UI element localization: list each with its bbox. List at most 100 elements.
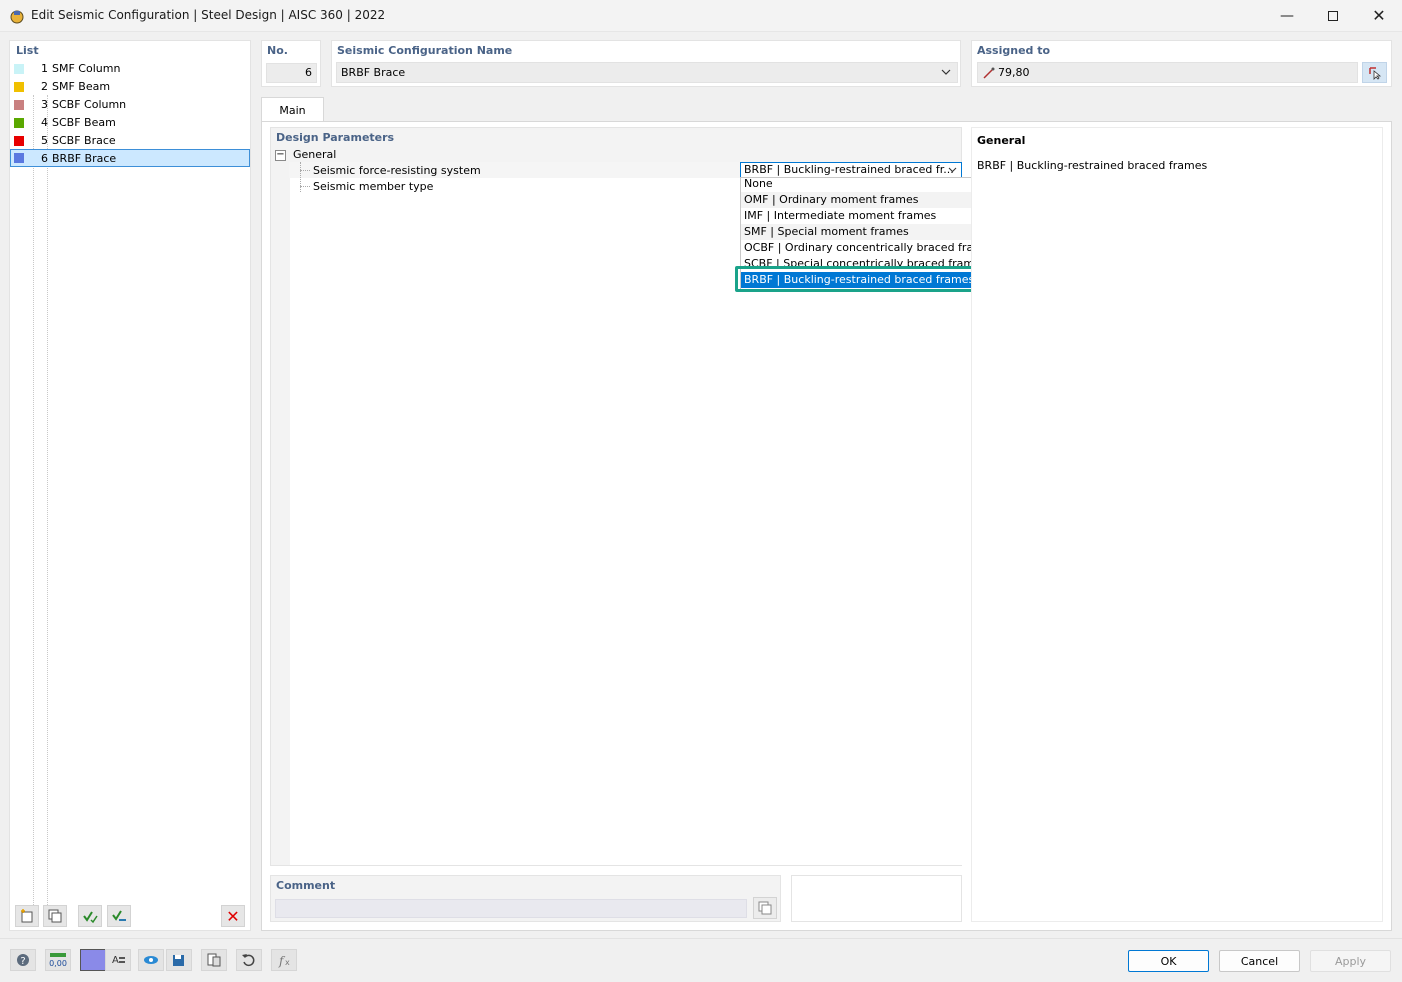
text-properties-icon: A	[112, 955, 125, 966]
list-item-number: 6	[41, 151, 48, 165]
app-icon	[10, 10, 24, 24]
tree-group-general: General	[293, 148, 337, 161]
list-panel: List	[9, 40, 251, 931]
list-item-number: 1	[41, 62, 48, 75]
collapse-icon[interactable]: −	[275, 150, 286, 161]
check-toggle-icon	[112, 910, 126, 921]
assigned-field[interactable]: 79,80	[977, 62, 1358, 83]
formula-button[interactable]: fx	[271, 949, 297, 971]
new-item-button[interactable]	[15, 905, 39, 927]
list-item-number: 4	[41, 116, 48, 129]
number-field[interactable]: 6	[266, 63, 317, 83]
apply-button[interactable]: Apply	[1310, 950, 1391, 972]
color-swatch	[14, 81, 24, 92]
units-button[interactable]: 0,00	[45, 949, 71, 971]
param-label-member-type: Seismic member type	[313, 180, 434, 193]
svg-text:0,00: 0,00	[49, 959, 67, 968]
maximize-button[interactable]	[1310, 0, 1356, 31]
maximize-icon	[1328, 10, 1338, 21]
ok-button[interactable]: OK	[1128, 950, 1209, 972]
list-item-selected[interactable]: 6 BRBF Brace	[10, 149, 250, 167]
color-swatch	[14, 135, 24, 146]
member-icon	[983, 67, 995, 79]
color-swatch	[14, 99, 24, 110]
delete-button[interactable]: ✕	[221, 905, 245, 927]
list-item[interactable]: 5 SCBF Brace	[10, 132, 250, 149]
save-icon	[173, 955, 184, 966]
help-icon: ?	[17, 954, 29, 967]
info-title: General	[977, 134, 1026, 147]
delete-icon: ✕	[226, 906, 240, 926]
number-label: No.	[267, 44, 288, 57]
list-item[interactable]: 3 SCBF Column	[10, 96, 250, 113]
library-icon	[207, 953, 221, 967]
display-properties-button[interactable]: A	[105, 949, 131, 971]
help-button[interactable]: ?	[10, 949, 36, 971]
color-swatch	[14, 117, 24, 128]
list-item-label: SCBF Brace	[52, 134, 116, 147]
select-objects-button[interactable]	[1362, 62, 1387, 83]
dropdown-option[interactable]: OMF | Ordinary moment frames	[741, 192, 978, 208]
list-item-label: SMF Column	[52, 62, 121, 75]
highlight-frame	[735, 266, 985, 292]
formula-icon: fx	[278, 954, 290, 968]
copy-item-button[interactable]	[43, 905, 67, 927]
name-value: BRBF Brace	[341, 66, 406, 79]
decimal-units-icon: 0,00	[49, 953, 67, 968]
color-swatch	[14, 63, 24, 74]
assigned-value: 79,80	[998, 66, 1030, 79]
dropdown-option[interactable]: IMF | Intermediate moment frames	[741, 208, 978, 224]
check-all-button[interactable]	[78, 905, 102, 927]
close-button[interactable]: ✕	[1356, 0, 1402, 31]
copy-icon	[758, 901, 772, 915]
minimize-button[interactable]: —	[1264, 0, 1310, 31]
list-item-label: SCBF Beam	[52, 116, 116, 129]
list-item-number: 3	[41, 98, 48, 111]
color-button[interactable]	[80, 949, 106, 971]
list-item[interactable]: 1 SMF Column	[10, 60, 250, 77]
assigned-label: Assigned to	[977, 44, 1051, 57]
cancel-button[interactable]: Cancel	[1219, 950, 1300, 972]
tab-main[interactable]: Main	[261, 97, 324, 122]
new-item-icon	[21, 909, 33, 923]
pick-cursor-icon	[1368, 66, 1381, 80]
number-panel: No. 6	[261, 40, 321, 87]
chevron-down-icon[interactable]	[948, 167, 957, 173]
list-item[interactable]: 2 SMF Beam	[10, 78, 250, 95]
name-label: Seismic Configuration Name	[337, 44, 513, 57]
check-icon	[83, 911, 98, 924]
library-button[interactable]	[201, 949, 227, 971]
name-combobox[interactable]: BRBF Brace	[336, 62, 958, 83]
view-button[interactable]	[138, 949, 164, 971]
param-label-force-resisting-system: Seismic force-resisting system	[313, 164, 481, 177]
comment-library-button[interactable]	[753, 897, 777, 919]
dropdown-option[interactable]: None	[741, 176, 978, 192]
minimize-icon: —	[1280, 7, 1294, 24]
dropdown-option[interactable]: OCBF | Ordinary concentrically braced fr…	[741, 240, 978, 256]
comment-input[interactable]	[275, 899, 747, 918]
chevron-down-icon[interactable]	[941, 69, 951, 76]
comment-label: Comment	[276, 879, 336, 892]
save-button[interactable]	[166, 949, 192, 971]
info-text: BRBF | Buckling-restrained braced frames	[977, 159, 1208, 172]
list-item-number: 5	[41, 134, 48, 147]
undo-icon	[242, 954, 255, 967]
dropdown-option[interactable]: SMF | Special moment frames	[741, 224, 978, 240]
list-header: List	[16, 44, 39, 57]
comment-panel: Comment	[270, 875, 781, 922]
svg-text:x: x	[285, 958, 290, 967]
list-item-label: BRBF Brace	[52, 151, 117, 165]
assigned-panel: Assigned to 79,80	[971, 40, 1392, 87]
list-item[interactable]: 4 SCBF Beam	[10, 114, 250, 131]
reset-button[interactable]	[236, 949, 262, 971]
uncheck-button[interactable]	[107, 905, 131, 927]
copy-icon	[48, 909, 62, 923]
svg-text:?: ?	[20, 956, 25, 967]
comment-side-panel	[791, 875, 962, 922]
list-item-label: SMF Beam	[52, 80, 111, 93]
title-bar: Edit Seismic Configuration | Steel Desig…	[0, 0, 1402, 32]
color-swatch	[14, 153, 24, 163]
window-title: Edit Seismic Configuration | Steel Desig…	[31, 8, 386, 22]
name-panel: Seismic Configuration Name BRBF Brace	[331, 40, 961, 87]
close-icon: ✕	[1372, 6, 1386, 25]
